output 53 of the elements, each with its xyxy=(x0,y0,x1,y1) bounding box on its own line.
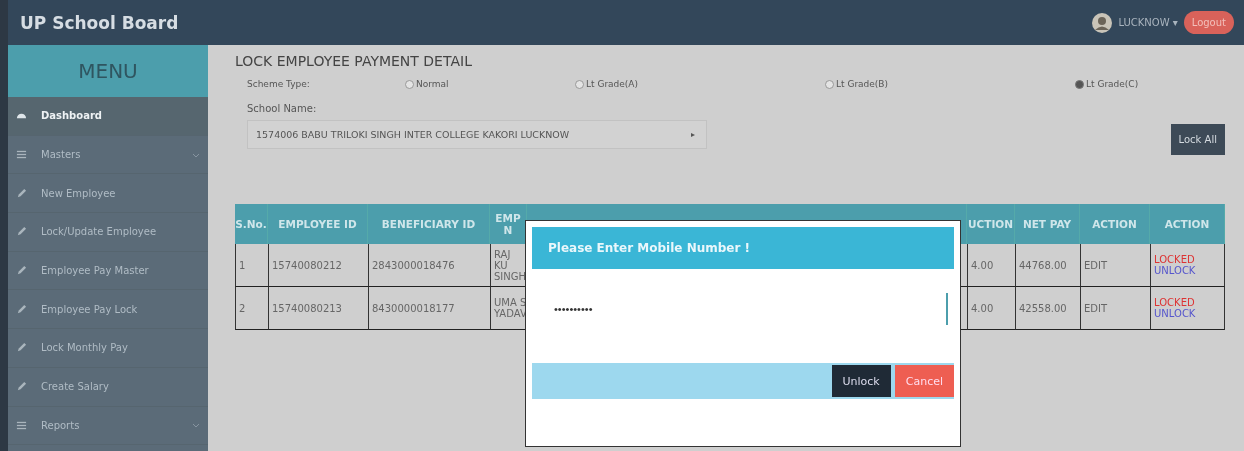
table-cell: 8430000018177 xyxy=(368,287,490,330)
school-label: School Name: xyxy=(247,103,318,114)
unlock-link[interactable]: UNLOCK xyxy=(1154,265,1196,276)
logout-button[interactable]: Logout xyxy=(1183,11,1234,34)
cancel-button[interactable]: Cancel xyxy=(894,365,954,397)
pencil-icon xyxy=(16,226,27,238)
table-cell: 4.00 xyxy=(967,287,1015,330)
table-cell: 42558.00 xyxy=(1015,287,1080,330)
pencil-icon xyxy=(16,381,27,393)
column-header: EMPLOYEE ID xyxy=(268,204,368,244)
unlock-button[interactable]: Unlock xyxy=(831,365,891,397)
menu-icon xyxy=(16,419,27,431)
option-label: Scheme Type: xyxy=(246,79,311,89)
dialog-title: Please Enter Mobile Number ! xyxy=(532,227,954,269)
pencil-icon xyxy=(16,265,27,277)
radio-option[interactable]: Lt Grade(A) xyxy=(575,79,825,89)
menu-icon xyxy=(16,149,27,161)
column-header: NET PAY xyxy=(1015,204,1080,244)
column-header: S.No. xyxy=(235,204,268,244)
mobile-number-field[interactable]: •••••••••• xyxy=(552,293,948,325)
page-title: LOCK EMPLOYEE PAYMENT DETAIL xyxy=(235,53,473,69)
user-menu[interactable]: LUCKNOW ▾ xyxy=(1118,17,1178,28)
table-cell: EDIT xyxy=(1080,244,1150,287)
menu-title: MENU xyxy=(8,45,208,97)
sidebar-item[interactable]: Dashboard xyxy=(8,97,208,136)
pencil-icon xyxy=(16,342,27,354)
table-cell: EDIT xyxy=(1080,287,1150,330)
unlock-link[interactable]: UNLOCK xyxy=(1154,308,1196,319)
table-cell: 2 xyxy=(235,287,268,330)
column-header: UCTION xyxy=(967,204,1015,244)
table-cell: 1 xyxy=(235,244,268,287)
table-cell: 4.00 xyxy=(967,244,1015,287)
school-select[interactable]: 1574006 BABU TRILOKI SINGH INTER COLLEGE KAKORI LUCKNOW xyxy=(247,120,707,149)
radio-option[interactable]: Lt Grade(C) xyxy=(1075,79,1225,89)
locked-status: LOCKED xyxy=(1154,254,1195,265)
chevron-icon xyxy=(192,421,200,430)
table-cell: 15740080212 xyxy=(268,244,368,287)
table-cell: 2843000018476 xyxy=(368,244,490,287)
avatar-icon xyxy=(1092,12,1113,33)
pencil-icon xyxy=(16,303,27,315)
column-header: ACTION xyxy=(1080,204,1150,244)
column-header: EMP N xyxy=(490,204,527,244)
column-header: ACTION xyxy=(1150,204,1225,244)
table-cell: 15740080213 xyxy=(268,287,368,330)
pencil-icon xyxy=(16,187,27,199)
locked-status: LOCKED xyxy=(1154,297,1195,308)
radio-option[interactable]: Normal xyxy=(405,79,575,89)
lock-all-button[interactable]: Lock All xyxy=(1170,124,1225,155)
app-title: UP School Board xyxy=(20,12,179,33)
table-cell: 44768.00 xyxy=(1015,244,1080,287)
column-header: BENEFICIARY ID xyxy=(368,204,490,244)
caret-icon xyxy=(690,131,696,138)
radio-option[interactable]: Lt Grade(B) xyxy=(825,79,1075,89)
